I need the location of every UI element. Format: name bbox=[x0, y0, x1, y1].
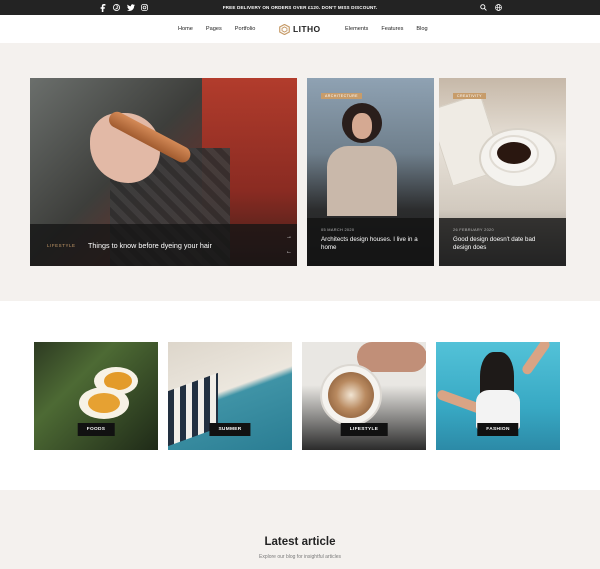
post-image-body bbox=[327, 146, 397, 216]
post-date: 05 MARCH 2020 bbox=[321, 227, 355, 232]
category-image-yolk bbox=[88, 393, 120, 413]
globe-icon[interactable] bbox=[494, 3, 503, 12]
nav-item-portfolio[interactable]: Portfolio bbox=[235, 26, 256, 32]
topbar-actions bbox=[479, 3, 503, 12]
category-image-latte bbox=[328, 372, 374, 418]
post-date: 26 FEBRUARY 2020 bbox=[453, 227, 494, 232]
logo-text: LITHO bbox=[293, 24, 321, 34]
nav-item-features[interactable]: Features bbox=[381, 26, 403, 32]
featured-post-creativity[interactable]: CREATIVITY 26 FEBRUARY 2020 Good design … bbox=[439, 78, 566, 266]
category-label[interactable]: FASHION bbox=[477, 423, 519, 436]
promo-text: FREE DELIVERY ON ORDERS OVER £120. DON'T… bbox=[222, 5, 378, 10]
section-heading: Latest article bbox=[264, 536, 336, 548]
nav-left-group: Home Pages Portfolio bbox=[178, 15, 255, 43]
category-label[interactable]: FOODS bbox=[77, 423, 115, 436]
nav-right-group: Elements Features Blog bbox=[345, 15, 428, 43]
slider-prev-arrow-icon[interactable]: ← bbox=[285, 245, 293, 260]
slider-next-arrow-icon[interactable]: → bbox=[285, 230, 293, 245]
main-navigation: Home Pages Portfolio LITHO Elements Feat… bbox=[0, 15, 600, 43]
search-icon[interactable] bbox=[479, 3, 488, 12]
nav-item-home[interactable]: Home bbox=[178, 26, 193, 32]
post-image-face bbox=[352, 113, 372, 139]
top-bar: FREE DELIVERY ON ORDERS OVER £120. DON'T… bbox=[0, 0, 600, 15]
category-image-hand bbox=[357, 342, 426, 372]
category-card-lifestyle[interactable]: LIFESTYLE bbox=[302, 342, 426, 450]
post-title[interactable]: Architects design houses. I live in a ho… bbox=[321, 236, 421, 252]
post-tag[interactable]: CREATIVITY bbox=[453, 93, 486, 99]
featured-posts-section: LIFESTYLE Things to know before dyeing y… bbox=[0, 43, 600, 301]
post-title[interactable]: Things to know before dyeing your hair bbox=[88, 241, 212, 250]
category-card-summer[interactable]: SUMMER bbox=[168, 342, 292, 450]
featured-post-architecture[interactable]: ARCHITECTURE 05 MARCH 2020 Architects de… bbox=[307, 78, 434, 266]
nav-item-blog[interactable]: Blog bbox=[416, 26, 427, 32]
post-image-coffee bbox=[497, 142, 531, 164]
category-image-arm bbox=[520, 342, 552, 377]
category-label[interactable]: LIFESTYLE bbox=[340, 423, 388, 436]
site-logo[interactable]: LITHO bbox=[279, 22, 321, 36]
featured-post-main[interactable]: LIFESTYLE Things to know before dyeing y… bbox=[30, 78, 297, 266]
latest-article-section: Latest article Explore our blog for insi… bbox=[0, 490, 600, 569]
section-subheading: Explore our blog for insightful articles bbox=[259, 554, 341, 560]
categories-section: FOODS SUMMER LIFESTYLE FASHION bbox=[0, 301, 600, 490]
post-tag[interactable]: ARCHITECTURE bbox=[321, 93, 362, 99]
category-card-fashion[interactable]: FASHION bbox=[436, 342, 560, 450]
nav-item-elements[interactable]: Elements bbox=[345, 26, 368, 32]
slider-arrows: → ← bbox=[285, 230, 293, 260]
category-label[interactable]: SUMMER bbox=[209, 423, 251, 436]
nav-item-pages[interactable]: Pages bbox=[206, 26, 222, 32]
logo-mark-icon bbox=[279, 23, 290, 35]
post-title[interactable]: Good design doesn't date bad design does bbox=[453, 236, 553, 252]
category-card-foods[interactable]: FOODS bbox=[34, 342, 158, 450]
post-category[interactable]: LIFESTYLE bbox=[47, 243, 76, 248]
